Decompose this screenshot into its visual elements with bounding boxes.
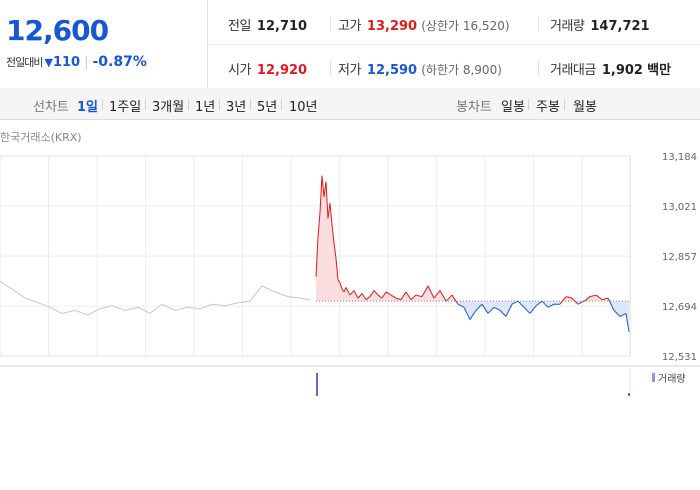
- y-tick-label: 12,694: [662, 302, 697, 313]
- price-fill-segment: [614, 301, 620, 317]
- y-axis-ticks: 13,184 13,021 12,857 12,694 12,531: [662, 152, 697, 363]
- volume-panel: 거래량: [0, 365, 700, 398]
- y-tick-label: 12,857: [662, 252, 697, 263]
- volume-legend-label: 거래량: [658, 373, 686, 385]
- volume-bar: [628, 393, 630, 396]
- y-tick-label: 13,021: [662, 202, 697, 213]
- premarket-line: [0, 280, 311, 316]
- price-lines: [0, 175, 630, 332]
- price-fill-segment: [488, 301, 494, 314]
- chart-grid: [0, 155, 631, 357]
- price-fill-segment: [470, 301, 476, 320]
- y-tick-label: 13,184: [662, 152, 697, 163]
- price-fill-segment: [524, 301, 530, 314]
- volume-bar: [316, 373, 318, 396]
- price-chart: 13,184 13,021 12,857 12,694 12,531 거래량: [0, 152, 700, 398]
- price-fill-segment: [500, 301, 506, 317]
- price-fill-segment: [324, 181, 326, 302]
- volume-legend-swatch: [652, 373, 655, 382]
- y-tick-label: 12,531: [662, 352, 697, 363]
